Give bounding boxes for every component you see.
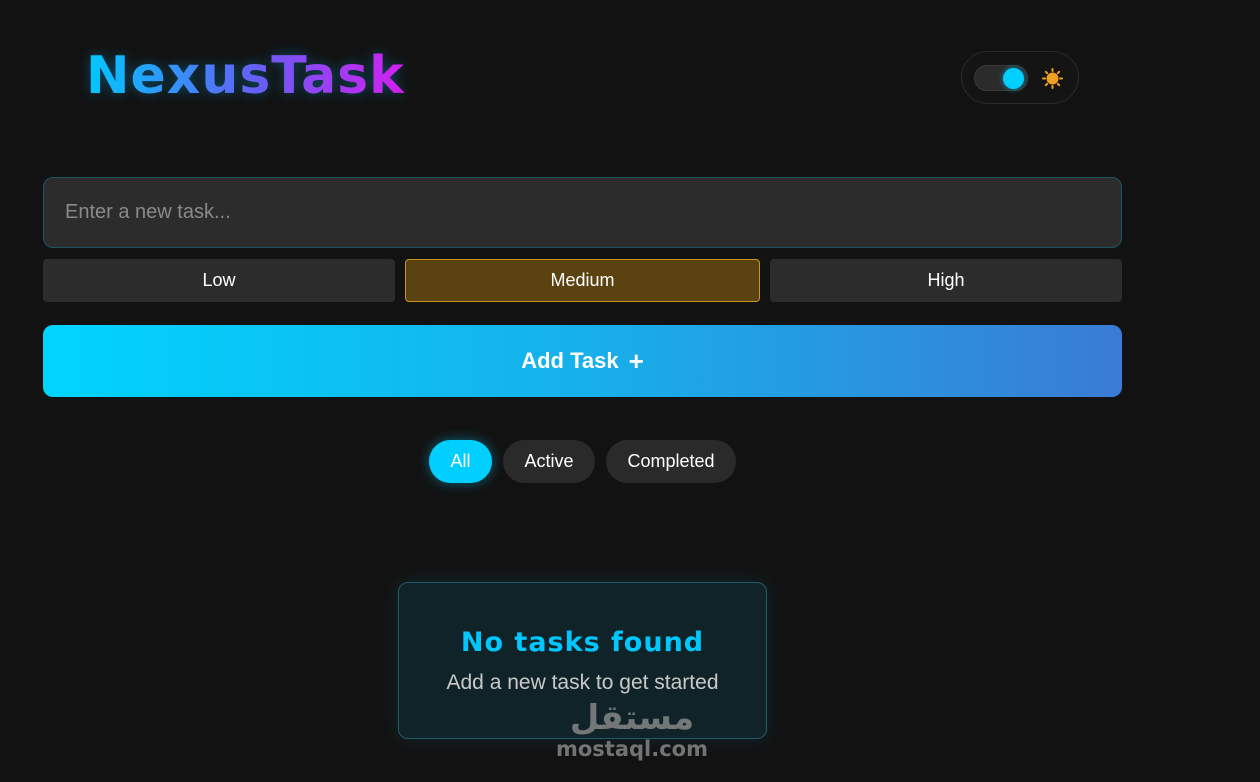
theme-toggle[interactable]: [974, 65, 1028, 91]
add-task-button[interactable]: Add Task +: [43, 325, 1122, 397]
plus-icon: +: [628, 346, 644, 376]
task-input[interactable]: [43, 177, 1122, 248]
filter-all[interactable]: All: [429, 440, 492, 483]
empty-state-title: No tasks found: [460, 627, 705, 658]
sun-icon: [1042, 68, 1063, 89]
watermark-arabic: مستقل: [569, 698, 695, 738]
filter-active[interactable]: Active: [503, 440, 595, 483]
app-title: NexusTask: [86, 46, 405, 106]
theme-switcher: [961, 51, 1079, 104]
empty-state-subtitle: Add a new task to get started: [446, 671, 719, 694]
priority-low-button[interactable]: Low: [43, 259, 395, 302]
watermark-latin: mostaql.com: [556, 737, 708, 761]
add-task-label: Add Task: [521, 348, 619, 373]
priority-high-button[interactable]: High: [770, 259, 1122, 302]
watermark-logo: مستقل mostaql.com: [552, 700, 712, 770]
priority-medium-button[interactable]: Medium: [405, 259, 760, 302]
filter-completed[interactable]: Completed: [606, 440, 736, 483]
toggle-knob: [1003, 68, 1024, 89]
app-page: NexusTask Low Medium High: [0, 0, 1260, 782]
